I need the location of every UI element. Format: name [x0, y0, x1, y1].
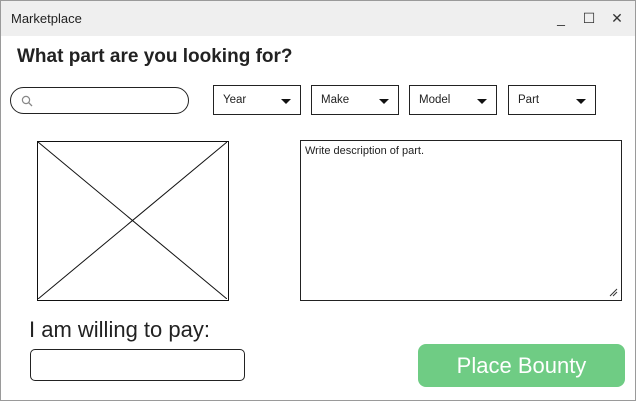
- model-dropdown[interactable]: Model: [409, 85, 497, 115]
- make-dropdown[interactable]: Make: [311, 85, 399, 115]
- payment-field[interactable]: [30, 349, 245, 381]
- maximize-button[interactable]: ☐: [578, 7, 600, 29]
- payment-input[interactable]: [39, 356, 238, 376]
- marketplace-window: Marketplace _ ☐ ✕ What part are you look…: [0, 0, 636, 401]
- chevron-down-icon: [281, 99, 291, 104]
- minimize-button[interactable]: _: [550, 7, 572, 29]
- search-box[interactable]: [10, 87, 189, 114]
- payment-label: I am willing to pay:: [29, 317, 210, 342]
- page-title: What part are you looking for?: [17, 46, 293, 67]
- chevron-down-icon: [576, 99, 586, 104]
- search-input[interactable]: [39, 91, 183, 111]
- image-placeholder[interactable]: [37, 141, 229, 301]
- model-dropdown-label: Model: [419, 94, 451, 106]
- image-placeholder-icon: [38, 142, 227, 299]
- search-icon: [21, 95, 33, 107]
- chevron-down-icon: [477, 99, 487, 104]
- close-button[interactable]: ✕: [606, 7, 628, 29]
- part-dropdown-label: Part: [518, 94, 540, 106]
- resize-grip-icon[interactable]: [608, 287, 618, 297]
- year-dropdown-label: Year: [223, 94, 247, 106]
- title-bar: Marketplace _ ☐ ✕: [1, 1, 635, 36]
- window-title: Marketplace: [11, 11, 82, 26]
- part-dropdown[interactable]: Part: [508, 85, 596, 115]
- year-dropdown[interactable]: Year: [213, 85, 301, 115]
- make-dropdown-label: Make: [321, 94, 350, 106]
- description-box[interactable]: Write description of part.: [300, 140, 622, 301]
- place-bounty-button[interactable]: Place Bounty: [418, 344, 625, 387]
- chevron-down-icon: [379, 99, 389, 104]
- description-textarea[interactable]: Write description of part.: [305, 145, 613, 293]
